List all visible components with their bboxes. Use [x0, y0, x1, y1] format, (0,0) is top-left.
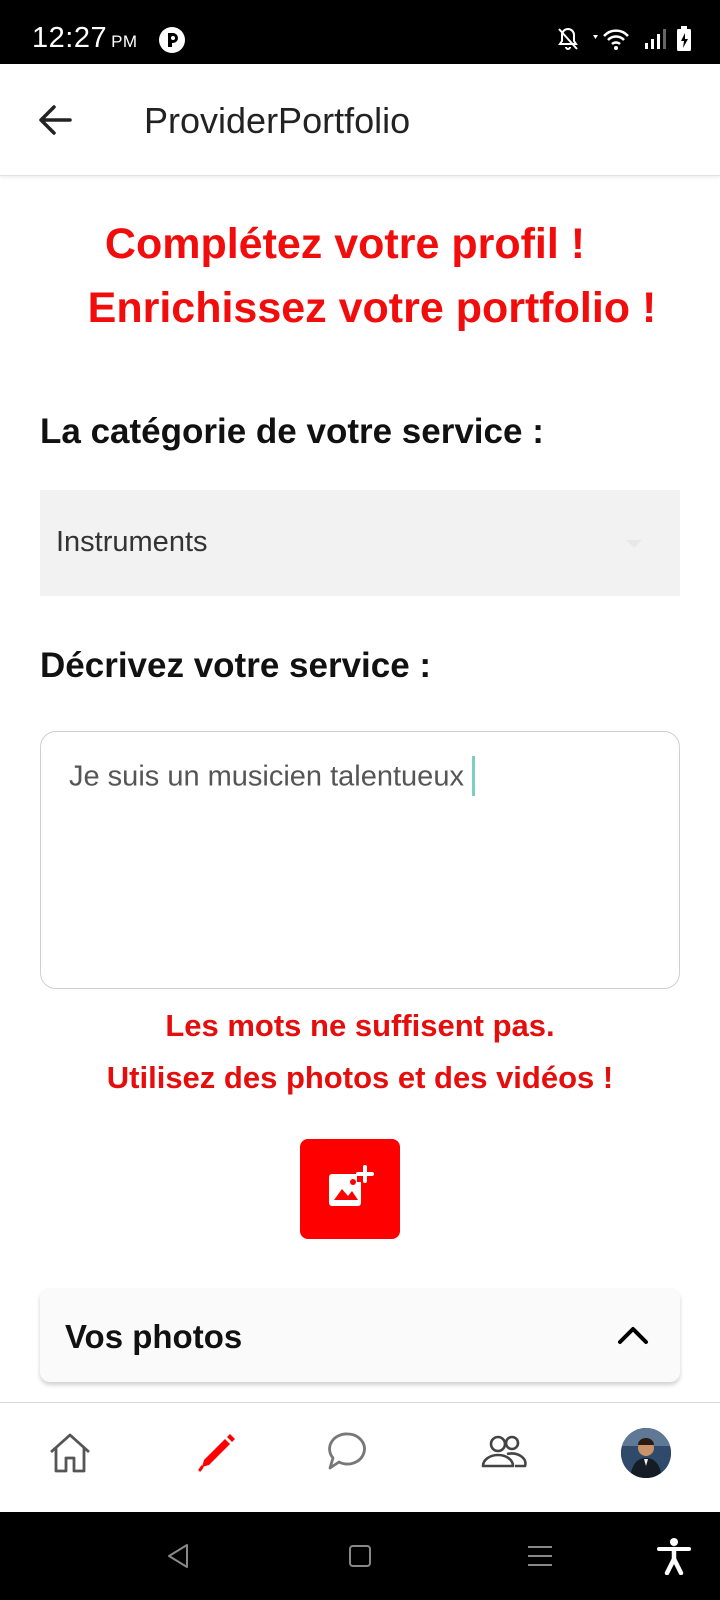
photos-section-title: Vos photos [65, 1318, 243, 1355]
accessibility-icon [657, 1538, 691, 1575]
home-icon [50, 1433, 90, 1473]
media-hint-line-1: Les mots ne suffisent pas. [165, 1008, 555, 1043]
status-time: 12:27 PM [32, 22, 138, 55]
headline-line-2: Enrichissez votre portfolio ! [87, 284, 657, 332]
system-accessibility-button[interactable] [654, 1536, 694, 1576]
chat-icon [328, 1432, 366, 1470]
bell-off-icon [558, 27, 578, 50]
pencil-icon [198, 1434, 235, 1472]
chevron-down-icon [626, 540, 642, 548]
back-triangle-icon [168, 1544, 188, 1568]
system-navigation-bar [0, 1512, 720, 1600]
page-title: ProviderPortfolio [144, 100, 411, 141]
status-time-value: 12:27 [32, 22, 108, 54]
arrow-left-icon [39, 105, 72, 135]
back-button[interactable] [34, 98, 78, 142]
category-label: La catégorie de votre service : [40, 412, 544, 451]
chevron-up-icon [618, 1327, 648, 1344]
wifi-icon [593, 29, 629, 50]
media-hint-line-2: Utilisez des photos et des vidéos ! [106, 1060, 614, 1095]
nav-profile[interactable] [616, 1423, 676, 1483]
headline-line-1: Complétez votre profil ! [104, 220, 586, 268]
menu-lines-icon [528, 1546, 552, 1566]
system-back-button[interactable] [158, 1536, 198, 1576]
app-bar: ProviderPortfolio [0, 64, 720, 176]
category-dropdown[interactable]: Instruments [40, 490, 680, 596]
nav-edit[interactable] [186, 1423, 246, 1483]
status-icons [556, 26, 692, 52]
nav-community[interactable] [474, 1423, 534, 1483]
nav-home[interactable] [40, 1423, 100, 1483]
description-text: Je suis un musicien talentueux [69, 756, 475, 798]
system-recents-button[interactable] [520, 1536, 560, 1576]
category-selected-value: Instruments [56, 526, 208, 558]
headline: Complétez votre profil ! Enrichissez vot… [0, 212, 720, 340]
signal-icon [645, 29, 666, 49]
nav-messages[interactable] [316, 1423, 376, 1483]
bottom-navigation [0, 1402, 720, 1512]
status-time-ampm: PM [111, 32, 138, 51]
add-photo-icon [329, 1165, 374, 1206]
status-bar: 12:27 PM [0, 0, 720, 64]
app-notification-icon [159, 27, 185, 53]
system-home-button[interactable] [340, 1536, 380, 1576]
avatar-image [621, 1428, 671, 1478]
battery-icon [677, 26, 691, 51]
media-hint: Les mots ne suffisent pas. Utilisez des … [0, 1000, 720, 1104]
add-media-button[interactable] [300, 1139, 400, 1239]
photos-section-header[interactable]: Vos photos [40, 1288, 680, 1382]
home-square-icon [349, 1545, 371, 1567]
description-label: Décrivez votre service : [40, 646, 432, 685]
description-value: Je suis un musicien talentueux [69, 760, 464, 793]
people-icon [481, 1435, 527, 1468]
description-textarea[interactable]: Je suis un musicien talentueux [40, 731, 680, 989]
text-cursor [471, 756, 475, 796]
avatar [621, 1428, 671, 1478]
